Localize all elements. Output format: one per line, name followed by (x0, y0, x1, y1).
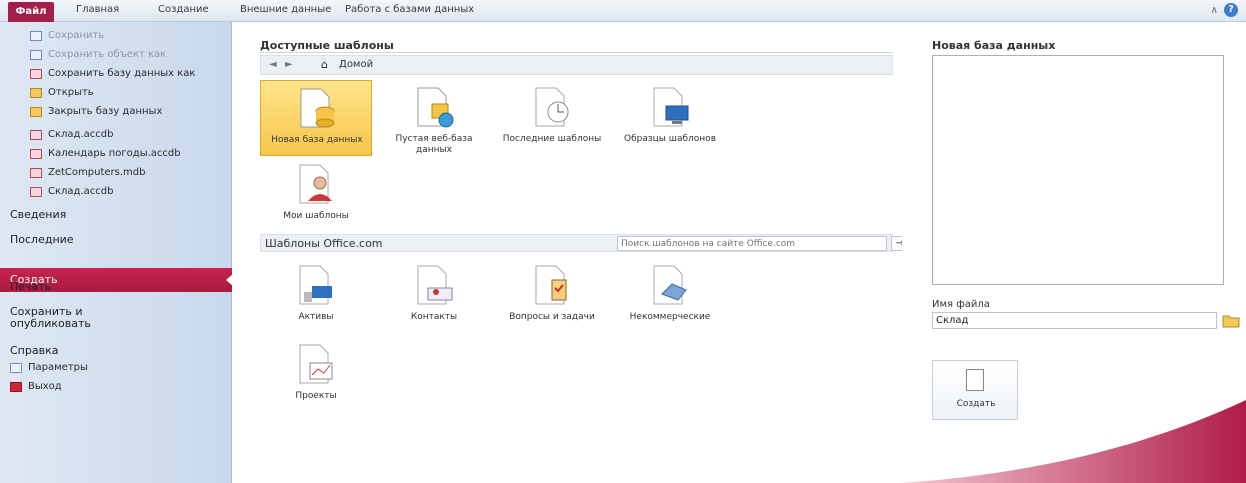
new-database-title: Новая база данных (932, 39, 1056, 52)
access-file-icon (30, 148, 42, 159)
nav-print[interactable]: Печать (10, 280, 51, 293)
contacts-icon (417, 265, 453, 305)
tile-label: Некоммерческие (629, 312, 711, 322)
forward-arrow-icon[interactable]: ► (285, 59, 293, 70)
nav-options-label: Параметры (28, 362, 88, 373)
tile-label: Новая база данных (271, 135, 363, 145)
breadcrumb: ◄ ► ⌂ Домой (260, 55, 893, 75)
nav-save-object-as[interactable]: Сохранить объект как (30, 49, 166, 60)
templates-panel: Доступные шаблоны ◄ ► ⌂ Домой Новая база… (232, 22, 909, 483)
tile-projects[interactable]: Проекты (260, 337, 372, 413)
save-icon (30, 30, 42, 41)
save-object-icon (30, 49, 42, 60)
open-folder-icon (30, 87, 42, 98)
issues-tasks-clipboard-icon (535, 265, 567, 305)
exit-icon (10, 381, 22, 392)
tile-label: Образцы шаблонов (624, 134, 716, 144)
recent-file-1[interactable]: Склад.accdb (30, 129, 113, 140)
recent-file-4[interactable]: Склад.accdb (30, 186, 113, 197)
ribbon-tab-bar: Файл Главная Создание Внешние данные Раб… (0, 0, 1246, 22)
tile-blank-database[interactable]: Новая база данных (260, 80, 372, 156)
recent-file-3[interactable]: ZetComputers.mdb (30, 167, 145, 178)
blank-database-icon (300, 88, 335, 128)
web-database-icon (417, 87, 454, 128)
help-icon[interactable]: ? (1224, 3, 1238, 17)
nav-save-publish[interactable]: Сохранить и опубликовать (10, 306, 120, 330)
recent-file-label: Склад.accdb (48, 186, 114, 197)
tile-label: Мои шаблоны (283, 211, 349, 221)
tile-issues-tasks[interactable]: Вопросы и задачи (496, 258, 608, 334)
office-templates-title: Шаблоны Office.com (265, 237, 383, 250)
tab-external-data[interactable]: Внешние данные (240, 4, 331, 15)
recent-file-2[interactable]: Календарь погоды.accdb (30, 148, 181, 159)
nav-close-db-label: Закрыть базу данных (48, 106, 163, 117)
minimize-ribbon-button[interactable]: ∧ (1211, 5, 1218, 16)
filename-label: Имя файла (932, 299, 990, 310)
nav-open-label: Открыть (48, 87, 94, 98)
assets-icon (299, 265, 332, 305)
nav-save-object-as-label: Сохранить объект как (48, 49, 167, 60)
sample-templates-monitor-icon (653, 87, 689, 127)
breadcrumb-home[interactable]: Домой (339, 59, 373, 70)
tile-recent-templates[interactable]: Последние шаблоны (496, 80, 608, 156)
decorative-swoosh (900, 400, 1246, 483)
nav-recent[interactable]: Последние (10, 233, 74, 246)
options-icon (10, 362, 22, 373)
filename-field[interactable] (932, 312, 1217, 329)
office-search-input[interactable] (617, 236, 887, 251)
home-icon[interactable]: ⌂ (321, 58, 328, 71)
nav-open[interactable]: Открыть (30, 87, 94, 98)
tile-label: Последние шаблоны (502, 134, 602, 144)
tile-my-templates[interactable]: Мои шаблоны (260, 157, 372, 233)
tile-label: Проекты (295, 391, 337, 401)
recent-templates-clock-icon (535, 87, 569, 127)
nav-save-db-as-label: Сохранить базу данных как (48, 68, 196, 79)
tile-assets[interactable]: Активы (260, 258, 372, 334)
browse-folder-icon[interactable] (1222, 312, 1240, 329)
nav-options[interactable]: Параметры (10, 362, 88, 373)
tile-blank-web-database[interactable]: Пустая веб-база данных (378, 80, 490, 156)
nav-save-label: Сохранить (48, 30, 105, 41)
backstage-nav: Сохранить Сохранить объект как Сохранить… (0, 22, 233, 483)
nav-exit-label: Выход (28, 381, 62, 392)
database-preview (932, 55, 1224, 285)
back-arrow-icon[interactable]: ◄ (269, 59, 277, 70)
recent-file-label: ZetComputers.mdb (48, 167, 146, 178)
tab-create[interactable]: Создание (158, 4, 209, 15)
nav-close-db[interactable]: Закрыть базу данных (30, 106, 162, 117)
nav-save[interactable]: Сохранить (30, 30, 104, 41)
access-file-icon (30, 167, 42, 178)
tile-label: Пустая веб-база данных (395, 134, 473, 155)
recent-file-label: Календарь погоды.accdb (48, 148, 181, 159)
nav-info[interactable]: Сведения (10, 208, 66, 221)
office-templates-bar: Шаблоны Office.com → (260, 234, 909, 252)
tab-home[interactable]: Главная (76, 4, 119, 15)
ribbon-right-controls: ∧ ? (1211, 3, 1238, 17)
nonprofit-handshake-icon (653, 265, 687, 305)
access-file-icon (30, 129, 42, 140)
save-database-icon (30, 68, 42, 79)
nav-save-db-as[interactable]: Сохранить базу данных как (30, 68, 195, 79)
tab-database-tools[interactable]: Работа с базами данных (345, 4, 474, 15)
recent-file-label: Склад.accdb (48, 129, 114, 140)
access-file-icon (30, 186, 42, 197)
available-templates-title: Доступные шаблоны (260, 39, 394, 52)
projects-chart-icon (299, 344, 333, 384)
tile-nonprofit[interactable]: Некоммерческие (614, 258, 726, 334)
close-database-icon (30, 106, 42, 117)
tile-sample-templates[interactable]: Образцы шаблонов (614, 80, 726, 156)
nav-help[interactable]: Справка (10, 344, 58, 357)
tile-label: Контакты (410, 312, 458, 322)
my-templates-person-icon (299, 164, 332, 204)
tab-file[interactable]: Файл (8, 2, 54, 22)
divider (260, 52, 893, 53)
tile-label: Активы (298, 312, 334, 322)
tile-label: Вопросы и задачи (509, 312, 595, 322)
nav-exit[interactable]: Выход (10, 381, 62, 392)
tile-contacts[interactable]: Контакты (378, 258, 490, 334)
